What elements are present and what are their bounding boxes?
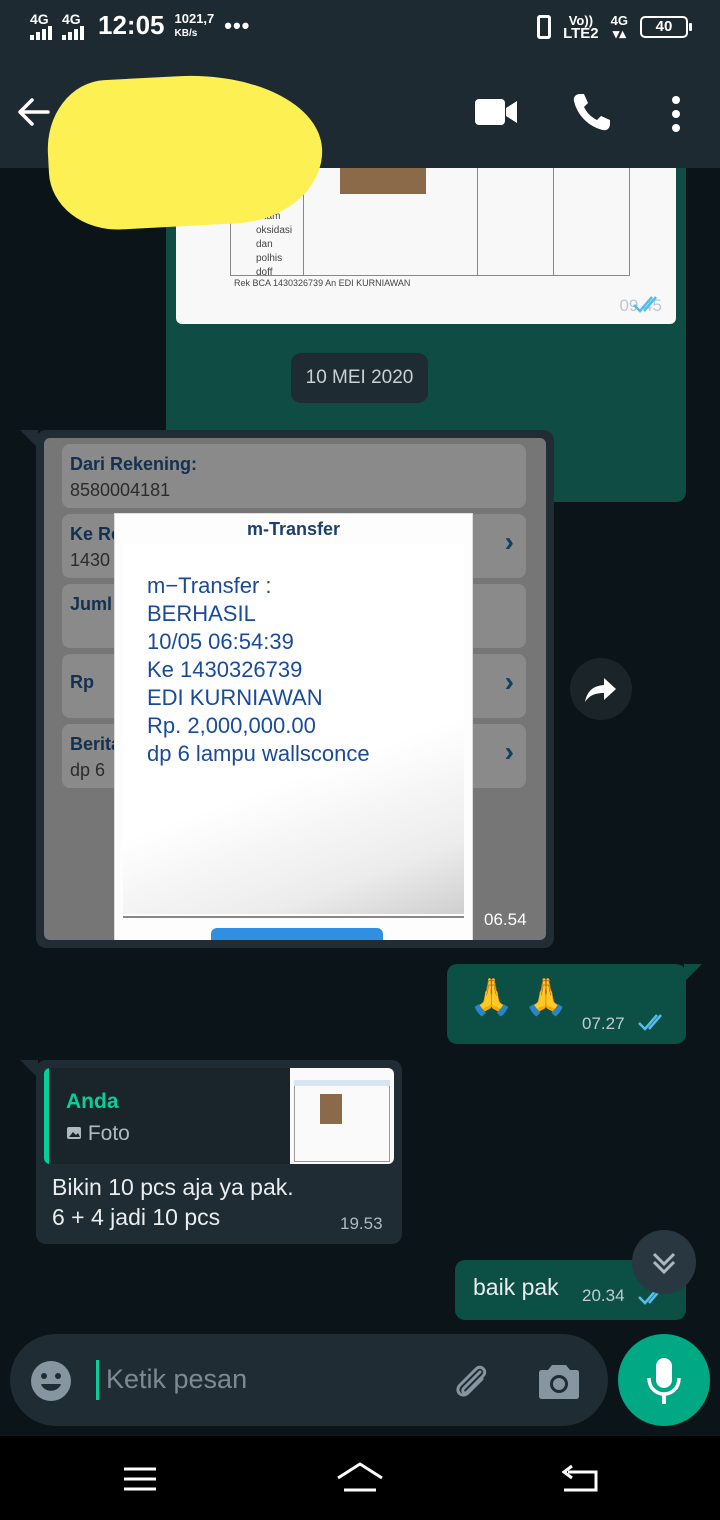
scroll-to-bottom-button[interactable] (632, 1230, 696, 1294)
message-input[interactable]: Ketik pesan (106, 1364, 247, 1395)
transfer-screenshot[interactable]: Dari Rekening: 8580004181 Ke Re 1430 › J… (44, 438, 546, 940)
read-ticks-icon (638, 1014, 662, 1031)
photo-icon (67, 1127, 81, 1139)
battery-level: 40 (655, 18, 673, 35)
message-time: 07.27 (582, 1014, 625, 1033)
network-speed: 1021,7 KB/s (175, 12, 215, 40)
message-line: Bikin 10 pcs aja ya pak. (52, 1174, 294, 1200)
chevron-right-icon: › (504, 736, 514, 767)
chevron-right-icon: › (504, 526, 514, 557)
message-line: 6 + 4 jadi 10 pcs (52, 1204, 221, 1230)
chat-header (0, 56, 720, 234)
bank-card: Dari Rekening: 8580004181 (62, 444, 526, 508)
popup-line: Ke 1430326739 (147, 657, 303, 682)
net-label: 4G (610, 13, 628, 28)
emoji-icon[interactable] (30, 1360, 72, 1402)
bank-label: Ke Re (70, 524, 122, 544)
volte-indicator: Vo)) LTE2 (563, 14, 599, 42)
message-composer[interactable]: Ketik pesan (10, 1334, 608, 1426)
forward-button[interactable] (570, 658, 632, 720)
popup-line: BERHASIL (147, 601, 256, 626)
clock: 12:05 (98, 10, 165, 40)
popup-line: 10/05 06:54:39 (147, 629, 294, 654)
double-chevron-down-icon (652, 1252, 676, 1275)
date-separator: 10 MEI 2020 (291, 353, 428, 403)
sim1-signal: 4G (30, 12, 52, 40)
bank-value: 1430 (70, 550, 111, 570)
m-transfer-popup: m-Transfer m−Transfer : BERHASIL 10/05 0… (115, 514, 472, 940)
battery-icon: 40 (640, 16, 692, 38)
sim1-label: 4G (30, 10, 49, 27)
bank-label: Juml (70, 594, 113, 614)
popup-line: Rp. 2,000,000.00 (147, 713, 316, 738)
vibrate-icon (537, 15, 552, 39)
bank-label: Berita (70, 734, 122, 754)
more-notifications-icon: ••• (224, 12, 251, 38)
video-call-icon[interactable] (474, 96, 518, 128)
back-arrow-icon[interactable] (14, 92, 54, 132)
quote-author: Anda (66, 1090, 119, 1113)
lamp-photo (340, 168, 426, 194)
bank-value: dp 6 (70, 760, 106, 780)
popup-line: dp 6 lampu wallsconce (147, 741, 370, 766)
network-4g-icon: 4G ▾▴ (610, 13, 628, 41)
menu-icon[interactable] (120, 1464, 160, 1494)
status-bar: 4G 4G 12:05 1021,7 KB/s ••• Vo)) LTE2 4G… (0, 0, 720, 56)
message-text: baik pak (473, 1274, 559, 1300)
voice-message-button[interactable] (618, 1334, 710, 1426)
chevron-right-icon: › (504, 666, 514, 697)
popup-line: m−Transfer : (147, 573, 272, 598)
microphone-icon (647, 1358, 681, 1404)
bank-label: Dari Rekening: (70, 454, 198, 474)
quoted-message[interactable]: Anda Foto (44, 1068, 394, 1164)
message-text: 🙏 🙏 (469, 976, 569, 1017)
voice-call-icon[interactable] (570, 90, 614, 134)
quote-type-label: Foto (87, 1122, 130, 1145)
back-nav-icon[interactable] (558, 1462, 600, 1496)
doc-bank-line: Rek BCA 1430326739 An EDI KURNIAWAN (234, 278, 411, 288)
popup-lines: m−Transfer : BERHASIL 10/05 06:54:39 Ke … (147, 572, 370, 768)
speed-unit: KB/s (174, 27, 198, 39)
sim2-signal: 4G (62, 12, 84, 40)
quote-thumbnail (290, 1068, 394, 1164)
message-time: 20.34 (582, 1286, 625, 1305)
bank-label: Rp (70, 672, 94, 692)
bank-value: 8580004181 (70, 480, 171, 500)
system-nav-bar (0, 1436, 720, 1520)
outgoing-message-bubble[interactable]: 🙏 🙏 07.27 (447, 964, 702, 1044)
doc-word: dan (256, 239, 273, 250)
camera-icon[interactable] (538, 1362, 580, 1400)
sim2-label: 4G (62, 10, 81, 27)
doc-word: oksidasi (256, 225, 293, 236)
home-icon[interactable] (334, 1460, 386, 1494)
popup-title: m-Transfer (246, 519, 341, 539)
message-text: Bikin 10 pcs aja ya pak. 6 + 4 jadi 10 p… (52, 1172, 294, 1232)
forward-icon (585, 678, 616, 702)
message-time: 19.53 (340, 1214, 383, 1233)
incoming-message-bubble[interactable]: Anda Foto Bikin 10 pcs aja ya pak. 6 + 4… (20, 1060, 402, 1244)
message-time: 06.54 (484, 910, 527, 929)
volte-bottom: LTE2 (563, 25, 599, 42)
text-cursor (96, 1360, 99, 1400)
popup-button (211, 928, 383, 940)
attach-icon[interactable] (450, 1360, 494, 1404)
quote-type: Foto (66, 1122, 130, 1146)
more-options-icon[interactable] (664, 94, 688, 134)
popup-line: EDI KURNIAWAN (147, 685, 323, 710)
contact-name-redaction[interactable] (44, 68, 326, 234)
speed-value: 1021,7 (174, 10, 215, 26)
read-ticks-icon (633, 296, 657, 313)
chat-area[interactable]: 60cm fins hitam oksidasi dan polhis doff… (0, 168, 720, 1436)
doc-word: polhis (256, 253, 283, 264)
